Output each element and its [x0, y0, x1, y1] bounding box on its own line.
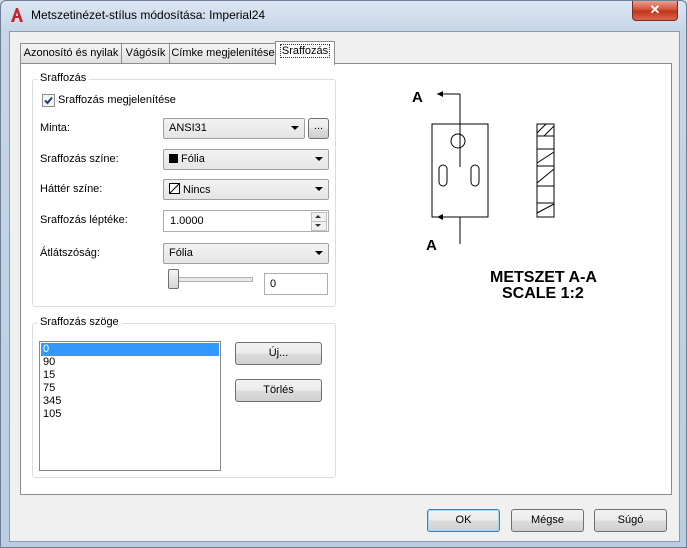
preview-caption-line1: METSZET A-A: [490, 269, 597, 286]
help-button[interactable]: Súgó: [594, 509, 667, 532]
transparency-label: Átlátszóság:: [40, 247, 100, 259]
preview-caption-line2: SCALE 1:2: [502, 285, 584, 302]
pattern-value: ANSI31: [169, 122, 207, 134]
bg-color-value: Nincs: [183, 184, 211, 196]
color-swatch-icon: [169, 154, 178, 163]
hatch-scale-label: Sraffozás léptéke:: [40, 214, 128, 226]
dialog-window: Metszetinézet-stílus módosítása: Imperia…: [0, 0, 687, 548]
list-item[interactable]: 105: [41, 408, 219, 421]
transparency-slider-thumb[interactable]: [168, 269, 179, 289]
preview-label-bottom: A: [426, 237, 437, 254]
close-button[interactable]: ✕: [632, 1, 678, 21]
tab-label-display[interactable]: Címke megjelenítése: [169, 43, 277, 63]
delete-angle-button[interactable]: Törlés: [235, 379, 322, 402]
window-title: Metszetinézet-stílus módosítása: Imperia…: [31, 8, 266, 22]
autocad-app-icon: [11, 8, 23, 22]
preview-area: A A METSZET A-A SCALE 1:2: [346, 74, 666, 302]
pattern-label: Minta:: [40, 122, 70, 134]
pattern-combo[interactable]: ANSI31: [163, 118, 305, 139]
tab-hatching-label: Sraffozás: [279, 44, 331, 58]
chevron-down-icon: [291, 126, 299, 130]
bg-color-combo[interactable]: Nincs: [163, 179, 329, 200]
list-item[interactable]: 90: [41, 356, 219, 369]
transparency-value: Fólia: [169, 247, 193, 259]
show-hatch-label: Sraffozás megjelenítése: [58, 94, 176, 106]
transparency-slider-track[interactable]: [169, 277, 253, 282]
hatch-group-title: Sraffozás: [37, 72, 90, 84]
angle-list[interactable]: 0 90 15 75 345 105: [39, 341, 221, 471]
spin-down-icon: [315, 224, 321, 227]
chevron-down-icon: [315, 157, 323, 161]
hatch-scale-spinner[interactable]: 1.0000: [163, 210, 329, 232]
preview-label-top: A: [412, 89, 423, 106]
no-color-swatch-icon: [169, 183, 180, 194]
transparency-combo[interactable]: Fólia: [163, 243, 329, 264]
spin-up-icon: [315, 215, 321, 218]
angle-group-title: Sraffozás szöge: [37, 316, 122, 328]
chevron-down-icon: [315, 187, 323, 191]
tab-hatching[interactable]: Sraffozás: [275, 41, 335, 65]
list-item[interactable]: 75: [41, 382, 219, 395]
transparency-slider-value: 0: [270, 278, 277, 290]
tab-cutting-plane[interactable]: Vágósík: [121, 43, 170, 63]
tab-panel: Sraffozás Sraffozás megjelenítése Minta:…: [20, 63, 672, 495]
hatch-color-value: Fólia: [181, 153, 205, 165]
title-bar[interactable]: Metszetinézet-stílus módosítása: Imperia…: [1, 1, 686, 29]
hatch-group: Sraffozás Sraffozás megjelenítése Minta:…: [32, 72, 336, 307]
hatch-color-label: Sraffozás színe:: [40, 153, 119, 165]
spin-down-button[interactable]: [311, 221, 327, 231]
pattern-browse-button[interactable]: ...: [308, 118, 329, 139]
list-item[interactable]: 0: [41, 343, 219, 356]
bg-color-label: Háttér színe:: [40, 183, 103, 195]
section-view-preview-image: A A METSZET A-A: [412, 89, 597, 286]
tab-identifier-arrows[interactable]: Azonosító és nyilak: [20, 43, 122, 63]
ok-button[interactable]: OK: [427, 509, 500, 532]
angle-group: Sraffozás szöge 0 90 15 75 345 105 Új...…: [32, 316, 336, 478]
new-angle-button[interactable]: Új...: [235, 342, 322, 365]
dialog-client: Azonosító és nyilak Vágósík Címke megjel…: [9, 31, 680, 542]
transparency-value-input[interactable]: 0: [264, 273, 328, 295]
list-item[interactable]: 345: [41, 395, 219, 408]
cancel-button[interactable]: Mégse: [511, 509, 584, 532]
chevron-down-icon: [315, 251, 323, 255]
hatch-color-combo[interactable]: Fólia: [163, 149, 329, 170]
hatch-scale-value: 1.0000: [170, 215, 204, 227]
checkbox-checked-icon: [42, 94, 55, 107]
list-item[interactable]: 15: [41, 369, 219, 382]
